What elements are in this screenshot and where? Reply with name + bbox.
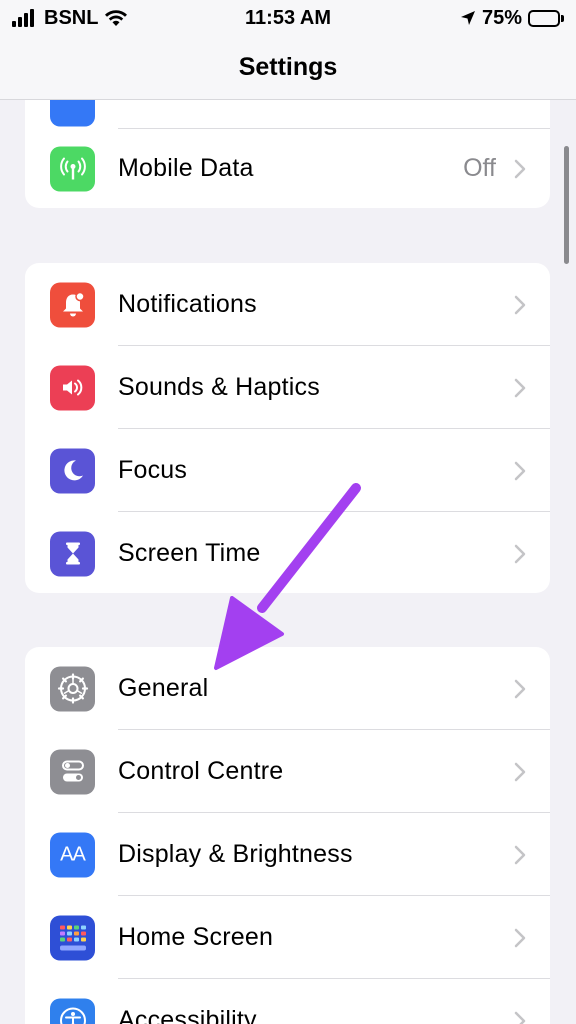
signal-icon bbox=[12, 9, 34, 27]
wifi-icon bbox=[105, 10, 128, 26]
settings-row-label: Home Screen bbox=[118, 923, 274, 951]
speaker-icon bbox=[50, 365, 95, 410]
settings-row-control-centre[interactable]: Control Centre bbox=[25, 730, 550, 813]
status-left: BSNL bbox=[12, 7, 128, 30]
chevron-right-icon bbox=[514, 295, 526, 314]
settings-row-label: Accessibility bbox=[118, 1006, 257, 1024]
moon-icon bbox=[50, 448, 95, 493]
hourglass-icon bbox=[50, 531, 95, 576]
app-grid-icon bbox=[50, 915, 95, 960]
settings-row-screen-time[interactable]: Screen Time bbox=[25, 512, 550, 593]
toggles-icon bbox=[50, 749, 95, 794]
chevron-right-icon bbox=[514, 159, 526, 178]
settings-row-mobile-data[interactable]: Mobile Data Off bbox=[25, 129, 550, 208]
chevron-right-icon bbox=[514, 1011, 526, 1024]
location-arrow-icon bbox=[460, 11, 475, 25]
settings-list[interactable]: Mobile Data Off Notifications Sounds & H… bbox=[0, 100, 576, 1024]
settings-row-focus[interactable]: Focus bbox=[25, 429, 550, 512]
accessibility-icon bbox=[50, 998, 95, 1024]
chevron-right-icon bbox=[514, 378, 526, 397]
chevron-right-icon bbox=[514, 928, 526, 947]
chevron-right-icon bbox=[514, 679, 526, 698]
status-bar: BSNL 11:53 AM 75% bbox=[0, 0, 576, 36]
partial-blue-icon bbox=[50, 100, 95, 127]
settings-row-label: Sounds & Haptics bbox=[118, 373, 320, 401]
page-title: Settings bbox=[238, 53, 338, 81]
text-size-icon: AA bbox=[50, 832, 95, 877]
settings-row-general[interactable]: General bbox=[25, 647, 550, 730]
settings-row-label: Mobile Data bbox=[118, 154, 254, 182]
settings-row-accessibility[interactable]: Accessibility bbox=[25, 979, 550, 1024]
settings-row-sounds[interactable]: Sounds & Haptics bbox=[25, 346, 550, 429]
settings-row-display[interactable]: AA Display & Brightness bbox=[25, 813, 550, 896]
battery-icon bbox=[528, 9, 564, 27]
mobile-data-value: Off bbox=[463, 154, 496, 182]
settings-row-label: Notifications bbox=[118, 290, 257, 318]
bell-icon bbox=[50, 282, 95, 327]
settings-row-label: General bbox=[118, 674, 209, 702]
settings-row-label: Focus bbox=[118, 456, 188, 484]
chevron-right-icon bbox=[514, 461, 526, 480]
chevron-right-icon bbox=[514, 544, 526, 563]
settings-row-notifications[interactable]: Notifications bbox=[25, 263, 550, 346]
carrier-name: BSNL bbox=[44, 6, 99, 29]
settings-group-network: Mobile Data Off bbox=[25, 100, 550, 208]
settings-row-label: Screen Time bbox=[118, 539, 261, 567]
text-size-glyph: AA bbox=[60, 843, 86, 865]
settings-row-partial[interactable] bbox=[25, 100, 550, 129]
status-right: 75% bbox=[460, 7, 564, 30]
settings-row-home-screen[interactable]: Home Screen bbox=[25, 896, 550, 979]
navigation-bar: Settings bbox=[0, 36, 576, 100]
settings-group-general: General Control Centre AA Display & Brig… bbox=[25, 647, 550, 1024]
battery-percent: 75% bbox=[481, 6, 522, 29]
chevron-right-icon bbox=[514, 845, 526, 864]
chevron-right-icon bbox=[514, 762, 526, 781]
antenna-icon bbox=[50, 146, 95, 191]
settings-row-label: Display & Brightness bbox=[118, 840, 353, 868]
gear-icon bbox=[50, 666, 95, 711]
settings-row-label: Control Centre bbox=[118, 757, 284, 785]
scroll-indicator[interactable] bbox=[564, 146, 569, 264]
settings-group-notifications: Notifications Sounds & Haptics Focus Scr… bbox=[25, 263, 550, 593]
